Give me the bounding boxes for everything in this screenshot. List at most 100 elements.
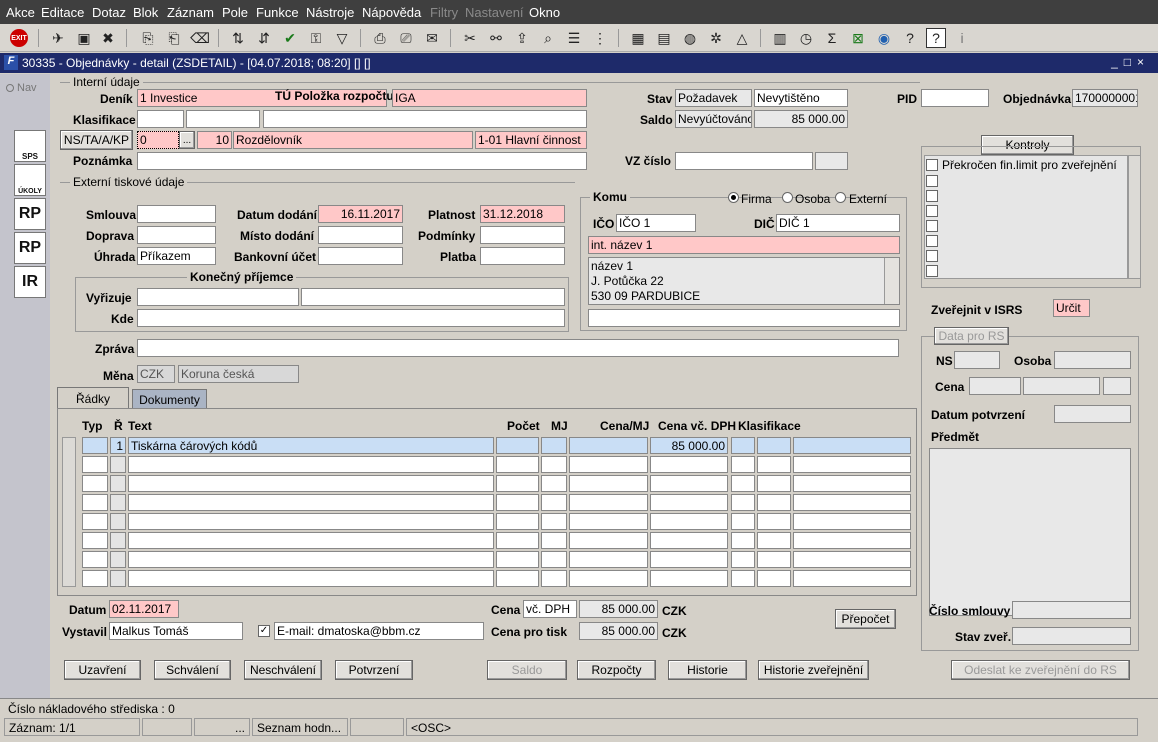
cell-r[interactable] [110,475,126,492]
tu-field[interactable]: IGA [392,89,587,107]
cell-r[interactable] [110,513,126,530]
plane-icon[interactable]: ✈ [48,28,68,48]
cell-typ[interactable] [82,456,108,473]
neschvaleni-button[interactable]: Neschválení [244,660,322,680]
schvaleni-button[interactable]: Schválení [154,660,231,680]
cell-klas-2[interactable] [757,437,791,454]
cell-pocet[interactable] [496,551,539,568]
cell-cena-dph[interactable]: 85 000.00 [650,437,728,454]
data-rs-button[interactable]: Data pro RS [934,327,1009,345]
rs-cislo-smlouvy-field[interactable] [1012,601,1131,619]
cell-typ[interactable] [82,551,108,568]
vyrizuje-field-2[interactable] [301,288,565,306]
cell-klas-3[interactable] [793,475,911,492]
cell-klas-2[interactable] [757,570,791,587]
kontroly-checkbox-8[interactable] [926,265,938,277]
kontroly-checkbox-2[interactable] [926,175,938,187]
saldo-button[interactable]: Saldo [487,660,567,680]
cell-text[interactable] [128,570,494,587]
rs-predmet-field[interactable] [929,448,1131,616]
cell-cena-dph[interactable] [650,513,728,530]
osoba-radio[interactable] [782,192,793,203]
cell-text[interactable] [128,475,494,492]
kontroly-checkbox-5[interactable] [926,220,938,232]
rs-cena-field-3[interactable] [1103,377,1131,395]
vystavil-field[interactable]: Malkus Tomáš [109,622,243,640]
cell-cena-mj[interactable] [569,513,648,530]
cell-mj[interactable] [541,456,567,473]
poznamka-field[interactable] [137,152,587,170]
menu-zaznam[interactable]: Záznam [167,5,214,20]
ns-lov-button[interactable]: ... [179,131,195,149]
calculator-icon[interactable]: ▥ [770,28,790,48]
cell-klas-1[interactable] [731,494,755,511]
paste-icon[interactable]: ⎗ [164,28,184,48]
cena-type-field[interactable]: vč. DPH [523,600,577,618]
cell-r[interactable]: 1 [110,437,126,454]
menu-nastroje[interactable]: Nástroje [306,5,354,20]
firma-radio[interactable] [728,192,739,203]
smlouva-field[interactable] [137,205,216,223]
activity-field[interactable]: 1-01 Hlavní činnost [475,131,587,149]
save-icon[interactable]: ▣ [74,28,94,48]
cell-mj[interactable] [541,437,567,454]
cell-typ[interactable] [82,570,108,587]
cell-cena-mj[interactable] [569,494,648,511]
cell-klas-3[interactable] [793,532,911,549]
cell-pocet[interactable] [496,513,539,530]
cell-klas-1[interactable] [731,532,755,549]
ico-field[interactable]: IČO 1 [616,214,696,232]
email-checkbox[interactable]: ✓ [258,625,270,637]
menu-dotaz[interactable]: Dotaz [92,5,126,20]
menu-napoveda[interactable]: Nápověda [362,5,421,20]
sort-asc-icon[interactable]: ⇅ [228,28,248,48]
kontroly-checkbox-6[interactable] [926,235,938,247]
clear-icon[interactable]: ⌫ [190,28,210,48]
klasifikace-field-1[interactable] [137,110,184,128]
rp-button-2[interactable]: RP [14,232,46,264]
ta-number-field[interactable]: 10 [197,131,232,149]
window-controls-icon[interactable]: _□× [1111,55,1150,69]
cell-klas-1[interactable] [731,513,755,530]
cell-pocet[interactable] [496,494,539,511]
cell-cena-dph[interactable] [650,551,728,568]
rs-cena-field-1[interactable] [969,377,1021,395]
cell-r[interactable] [110,570,126,587]
tab-radky[interactable]: Řádky [57,387,129,409]
rs-osoba-field[interactable] [1054,351,1131,369]
klasifikace-field-2[interactable] [186,110,260,128]
cell-r[interactable] [110,532,126,549]
grid-scrollbar[interactable] [62,437,76,587]
uzavreni-button[interactable]: Uzavření [64,660,141,680]
list-icon[interactable]: ☰ [564,28,584,48]
cell-cena-mj[interactable] [569,551,648,568]
cell-cena-mj[interactable] [569,475,648,492]
kde-field[interactable] [137,309,565,327]
kontroly-checkbox-3[interactable] [926,190,938,202]
cell-klas-1[interactable] [731,570,755,587]
cell-r[interactable] [110,456,126,473]
address-field[interactable]: název 1 J. Potůčka 22 530 09 PARDUBICE [588,257,900,305]
cell-pocet[interactable] [496,437,539,454]
cell-mj[interactable] [541,551,567,568]
cell-klas-2[interactable] [757,494,791,511]
cell-klas-3[interactable] [793,494,911,511]
cell-text[interactable] [128,532,494,549]
bankovni-ucet-field[interactable] [318,247,403,265]
datum-field[interactable]: 02.11.2017 [109,600,179,618]
calendar-icon[interactable]: ▦ [628,28,648,48]
cell-text[interactable]: Tiskárna čárových kódů [128,437,494,454]
menu-pole[interactable]: Pole [222,5,248,20]
cell-cena-dph[interactable] [650,532,728,549]
kontroly-checkbox-4[interactable] [926,205,938,217]
cell-klas-2[interactable] [757,513,791,530]
triangle-icon[interactable]: △ [732,28,752,48]
cell-klas-2[interactable] [757,532,791,549]
mail-icon[interactable]: ✉ [422,28,442,48]
cell-cena-dph[interactable] [650,494,728,511]
cell-klas-3[interactable] [793,437,911,454]
ukoly-button[interactable]: ÚKOLY [14,164,46,196]
zprava-field[interactable] [137,339,899,357]
potvrzeni-button[interactable]: Potvrzení [335,660,413,680]
check-icon[interactable]: ✔ [280,28,300,48]
